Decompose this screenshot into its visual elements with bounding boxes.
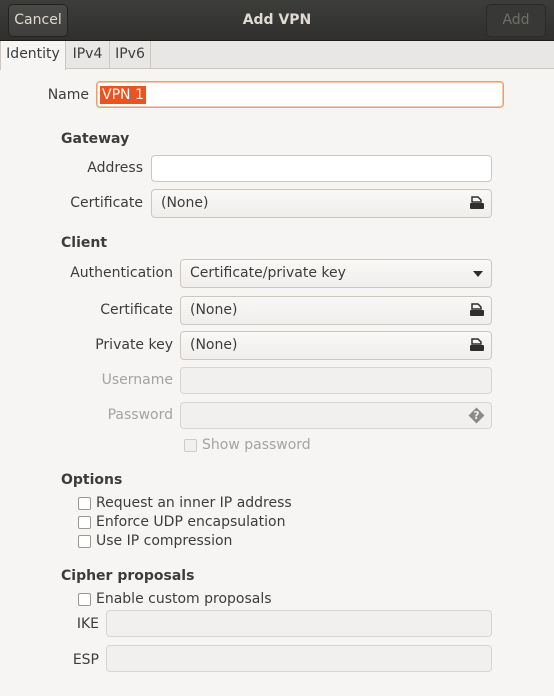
authentication-dropdown[interactable]: Certificate/private key: [180, 259, 492, 288]
esp-input[interactable]: [106, 645, 492, 672]
ike-label: IKE: [76, 616, 99, 632]
name-value: VPN 1: [100, 86, 146, 104]
ip-compression-checkbox[interactable]: [78, 535, 91, 548]
username-input[interactable]: [180, 367, 492, 394]
private-key-chooser[interactable]: (None): [180, 331, 492, 360]
name-input[interactable]: VPN 1: [96, 81, 504, 108]
inner-ip-label: Request an inner IP address: [96, 495, 292, 511]
tab-identity[interactable]: Identity: [0, 41, 66, 70]
show-password-checkbox[interactable]: [184, 439, 197, 452]
password-input[interactable]: ?: [180, 402, 492, 429]
client-certificate-label: Certificate: [100, 302, 173, 318]
esp-label: ESP: [72, 652, 99, 668]
enable-custom-proposals-label: Enable custom proposals: [96, 591, 272, 607]
options-heading: Options: [61, 472, 123, 488]
add-button[interactable]: Add: [486, 4, 546, 37]
tab-ipv6[interactable]: IPv6: [110, 41, 151, 69]
ip-compression-label: Use IP compression: [96, 533, 233, 549]
private-key-value: (None): [190, 337, 238, 353]
tab-ipv4[interactable]: IPv4: [66, 41, 110, 69]
password-label: Password: [107, 407, 173, 423]
question-icon: ?: [468, 407, 485, 424]
enforce-udp-label: Enforce UDP encapsulation: [96, 514, 286, 530]
document-open-icon: [470, 196, 484, 209]
gateway-certificate-label: Certificate: [70, 195, 143, 211]
cipher-proposals-heading: Cipher proposals: [61, 568, 195, 584]
gateway-address-input[interactable]: [151, 155, 492, 182]
private-key-label: Private key: [95, 337, 173, 353]
gateway-address-label: Address: [87, 160, 143, 176]
inner-ip-checkbox[interactable]: [78, 497, 91, 510]
chevron-down-icon: [473, 271, 483, 277]
gateway-certificate-chooser[interactable]: (None): [151, 189, 492, 218]
client-certificate-chooser[interactable]: (None): [180, 296, 492, 325]
client-heading: Client: [61, 235, 108, 251]
gateway-heading: Gateway: [61, 131, 130, 147]
name-label: Name: [47, 87, 89, 103]
ike-input[interactable]: [106, 610, 492, 637]
username-label: Username: [101, 372, 173, 388]
svg-text:?: ?: [473, 409, 479, 422]
authentication-value: Certificate/private key: [190, 265, 346, 281]
show-password-label: Show password: [202, 437, 311, 453]
document-open-icon: [470, 338, 484, 351]
gateway-certificate-value: (None): [161, 195, 209, 211]
header-bar: Cancel Add VPN Add: [0, 0, 554, 41]
client-certificate-value: (None): [190, 302, 238, 318]
authentication-label: Authentication: [70, 265, 173, 281]
dialog-title: Add VPN: [242, 12, 312, 28]
tab-bar: Identity IPv4 IPv6: [0, 41, 554, 70]
document-open-icon: [470, 303, 484, 316]
enable-custom-proposals-checkbox[interactable]: [78, 593, 91, 606]
enforce-udp-checkbox[interactable]: [78, 516, 91, 529]
